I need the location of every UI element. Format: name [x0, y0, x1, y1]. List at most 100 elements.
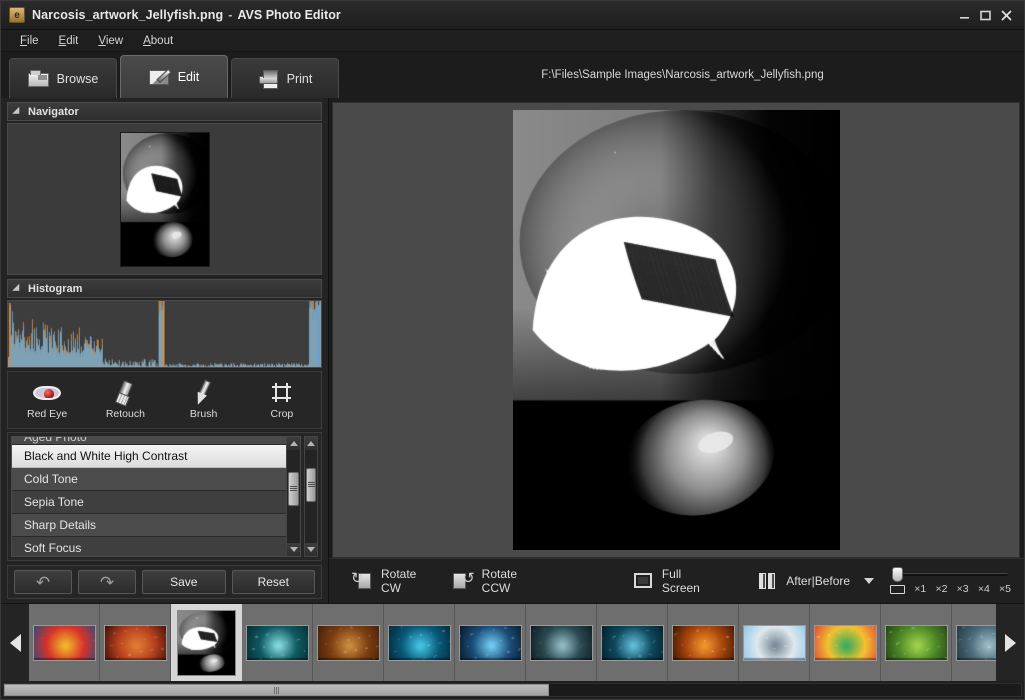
zoom-slider-rail [896, 573, 1008, 576]
rotate-ccw-icon: ↺ [452, 571, 474, 591]
filmstrip-scrollbar-track[interactable] [3, 683, 1022, 697]
window-app-name: AVS Photo Editor [237, 8, 340, 22]
arrow-right-icon [1005, 634, 1016, 652]
filmstrip-thumbnail[interactable] [526, 604, 597, 681]
filmstrip-thumbnail[interactable] [242, 604, 313, 681]
zoom-label-x2[interactable]: ×2 [935, 583, 947, 595]
zoom-label-x3[interactable]: ×3 [957, 583, 969, 595]
zoom-label-x4[interactable]: ×4 [978, 583, 990, 595]
main-tab-bar: Browse Edit Print F:\Files\Sample Images… [1, 52, 1024, 98]
tool-brush-label: Brush [190, 408, 217, 420]
menu-label-view-rest: iew [106, 35, 123, 47]
tool-red-eye-label: Red Eye [27, 408, 67, 420]
navigator-panel-header[interactable]: Navigator [7, 102, 322, 121]
collapse-triangle-icon[interactable] [12, 106, 23, 117]
redo-button[interactable]: ↷ [78, 570, 136, 594]
folder-icon [28, 69, 50, 88]
effects-panel-scrollbar[interactable] [304, 436, 318, 557]
thumbnail-image [601, 625, 664, 661]
red-eye-icon [32, 380, 62, 406]
zoom-label-x1[interactable]: ×1 [914, 583, 926, 595]
main-body: Navigator Histogram Red Eye [1, 98, 1024, 603]
effects-list-item[interactable]: Sharp Details [12, 514, 286, 537]
filmstrip-scrollbar-area [1, 681, 1024, 699]
menu-item-view[interactable]: View [89, 32, 132, 50]
thumbnail-image [317, 625, 380, 661]
filmstrip-thumbnail[interactable] [384, 604, 455, 681]
filmstrip-prev-button[interactable] [1, 604, 29, 681]
filmstrip-next-button[interactable] [996, 604, 1024, 681]
tool-crop[interactable]: Crop [243, 372, 321, 428]
effects-list-scrollbar[interactable] [286, 437, 300, 556]
maximize-icon[interactable] [976, 6, 995, 25]
collapse-triangle-icon[interactable] [12, 283, 23, 294]
filmstrip-thumbnail[interactable] [668, 604, 739, 681]
rotate-cw-button[interactable]: ↻ Rotate CW [339, 564, 440, 598]
save-button[interactable]: Save [142, 570, 226, 594]
filmstrip-thumbnail[interactable] [597, 604, 668, 681]
tool-crop-label: Crop [270, 408, 293, 420]
scroll-down-arrow-icon[interactable] [305, 543, 317, 556]
editor-area: ↻ Rotate CW ↺ Rotate CCW Full Screen Af [329, 98, 1024, 603]
menu-item-file[interactable]: File [11, 32, 48, 50]
minimize-icon[interactable] [955, 6, 974, 25]
edit-pencil-icon [149, 68, 171, 87]
scroll-up-arrow-icon[interactable] [287, 437, 300, 450]
chevron-down-icon[interactable] [864, 578, 874, 584]
redo-arrow-icon: ↷ [100, 574, 114, 591]
tab-browse[interactable]: Browse [9, 58, 117, 98]
effects-list-item[interactable]: Aged Photo [12, 437, 286, 445]
filmstrip-thumbnail[interactable] [29, 604, 100, 681]
filmstrip-thumbnail[interactable] [455, 604, 526, 681]
filmstrip-thumbnail[interactable] [952, 604, 996, 681]
rotate-ccw-button[interactable]: ↺ Rotate CCW [440, 564, 548, 598]
compare-label: After|Before [786, 574, 850, 588]
filmstrip-thumbnail-selected[interactable] [171, 604, 242, 681]
tool-red-eye[interactable]: Red Eye [8, 372, 86, 428]
filmstrip-scrollbar-thumb[interactable] [4, 684, 549, 696]
zoom-label-x5[interactable]: ×5 [999, 583, 1011, 595]
scroll-down-arrow-icon[interactable] [287, 543, 300, 556]
menu-item-about[interactable]: About [134, 32, 182, 50]
fit-to-window-icon[interactable] [890, 585, 905, 594]
filmstrip-thumbnail[interactable] [881, 604, 952, 681]
window-controls [955, 6, 1020, 25]
printer-icon [258, 69, 280, 88]
filmstrip-thumbnail[interactable] [100, 604, 171, 681]
viewer-toolbar: ↻ Rotate CW ↺ Rotate CCW Full Screen Af [329, 558, 1024, 603]
zoom-scale-labels: ×1 ×2 ×3 ×4 ×5 [886, 581, 1014, 595]
reset-button[interactable]: Reset [232, 570, 316, 594]
undo-button[interactable]: ↶ [14, 570, 72, 594]
menu-label-file-rest: ile [27, 35, 39, 47]
scroll-up-arrow-icon[interactable] [305, 437, 317, 450]
scrollbar-thumb[interactable] [306, 468, 316, 502]
effects-list-item-selected[interactable]: Black and White High Contrast [12, 445, 286, 468]
navigator-preview[interactable] [7, 123, 322, 275]
tool-brush[interactable]: Brush [165, 372, 243, 428]
undo-arrow-icon: ↶ [36, 574, 50, 591]
filmstrip-thumbnail[interactable] [810, 604, 881, 681]
image-canvas[interactable] [332, 102, 1020, 558]
menu-item-edit[interactable]: Edit [50, 32, 88, 50]
effects-list[interactable]: Aged Photo Black and White High Contrast… [12, 437, 286, 556]
scrollbar-thumb[interactable] [288, 472, 299, 506]
tab-edit[interactable]: Edit [120, 55, 228, 98]
full-screen-button[interactable]: Full Screen [620, 564, 722, 598]
effects-list-item[interactable]: Cold Tone [12, 468, 286, 491]
after-before-icon [756, 571, 778, 591]
filmstrip-thumbnail[interactable] [313, 604, 384, 681]
zoom-slider-handle[interactable] [892, 567, 903, 582]
menu-label-about-rest: bout [151, 35, 173, 47]
compare-after-before-button[interactable]: After|Before [744, 564, 886, 598]
zoom-slider[interactable] [886, 567, 1014, 581]
tool-retouch[interactable]: Retouch [86, 372, 164, 428]
close-icon[interactable] [997, 6, 1016, 25]
effects-list-item[interactable]: Soft Focus [12, 537, 286, 556]
scrollbar-track[interactable] [305, 450, 317, 543]
zoom-control: ×1 ×2 ×3 ×4 ×5 [886, 561, 1016, 601]
filmstrip-thumbnail[interactable] [739, 604, 810, 681]
histogram-panel-header[interactable]: Histogram [7, 279, 322, 298]
effects-list-item[interactable]: Sepia Tone [12, 491, 286, 514]
scrollbar-track[interactable] [287, 450, 300, 543]
tab-print[interactable]: Print [231, 58, 339, 98]
